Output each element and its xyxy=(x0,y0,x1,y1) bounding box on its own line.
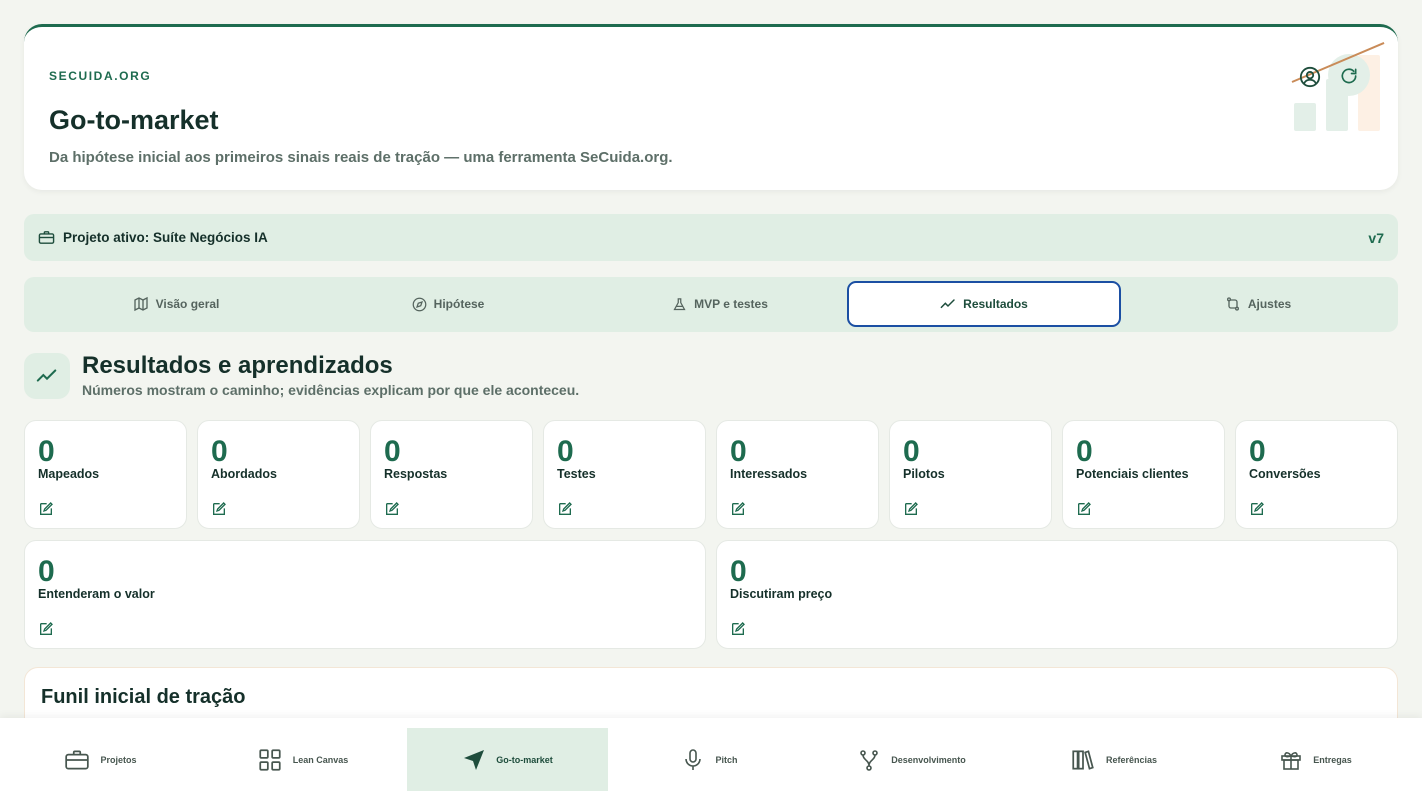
nav-item-lean-canvas[interactable]: Lean Canvas xyxy=(202,728,403,791)
metric-card-entenderam-valor: 0 Entenderam o valor xyxy=(24,540,706,649)
metric-card-testes: 0 Testes xyxy=(543,420,706,529)
metric-card-interessados: 0 Interessados xyxy=(716,420,879,529)
metric-label: Pilotos xyxy=(903,467,945,481)
page-title: Go-to-market xyxy=(49,105,219,135)
nav-label: Projetos xyxy=(100,754,137,765)
adjust-icon xyxy=(1226,297,1239,311)
header-card: SECUIDA.ORG Go-to-market Da hipótese ini… xyxy=(24,24,1398,190)
git-branch-icon xyxy=(860,749,879,771)
metric-card-respostas: 0 Respostas xyxy=(370,420,533,529)
funnel-title: Funil inicial de tração xyxy=(41,686,246,708)
edit-icon[interactable] xyxy=(384,501,400,517)
edit-icon[interactable] xyxy=(1076,501,1092,517)
metric-value: 0 xyxy=(1249,435,1266,468)
tab-label: Resultados xyxy=(963,297,1028,311)
section-subtitle: Números mostram o caminho; evidências ex… xyxy=(82,382,580,398)
metric-label: Entenderam o valor xyxy=(38,587,155,601)
metric-value: 0 xyxy=(1076,435,1093,468)
project-version-badge: v7 xyxy=(1368,229,1384,246)
user-circle-icon xyxy=(1299,66,1321,88)
deco-bar xyxy=(1294,103,1316,131)
edit-icon[interactable] xyxy=(730,621,746,637)
compass-icon xyxy=(412,297,427,311)
nav-label: Go-to-market xyxy=(496,754,553,765)
tab-label: Hipótese xyxy=(433,297,485,311)
metric-label: Testes xyxy=(557,467,596,481)
gift-icon xyxy=(1281,751,1302,770)
metric-value: 0 xyxy=(211,435,228,468)
metric-value: 0 xyxy=(730,555,747,588)
briefcase-icon xyxy=(65,749,90,770)
navigation-icon xyxy=(464,749,485,770)
tab-ajustes[interactable]: Ajustes xyxy=(1122,281,1394,327)
edit-icon[interactable] xyxy=(557,501,573,517)
nav-item-entregas[interactable]: Entregas xyxy=(1215,728,1416,791)
nav-label: Desenvolvimento xyxy=(891,754,966,765)
metric-label: Conversões xyxy=(1249,467,1321,481)
briefcase-icon xyxy=(38,231,55,244)
metric-card-potenciais-clientes: 0 Potenciais clientes xyxy=(1062,420,1225,529)
microphone-icon xyxy=(685,748,702,770)
grid-icon xyxy=(259,748,281,771)
metric-value: 0 xyxy=(384,435,401,468)
metric-card-pilotos: 0 Pilotos xyxy=(889,420,1052,529)
metric-card-mapeados: 0 Mapeados xyxy=(24,420,187,529)
section-tabs: Visão geral Hipótese MVP e testes Result… xyxy=(24,277,1398,332)
metric-label: Discutiram preço xyxy=(730,587,833,601)
active-project-label: Projeto ativo: Suíte Negócios IA xyxy=(63,230,268,245)
tab-label: Visão geral xyxy=(155,297,220,311)
edit-icon[interactable] xyxy=(211,501,227,517)
edit-icon[interactable] xyxy=(38,621,54,637)
trending-icon xyxy=(36,369,57,382)
nav-label: Referências xyxy=(1105,754,1158,765)
flask-icon xyxy=(673,297,686,310)
library-icon xyxy=(1072,749,1094,770)
metric-card-discutiram-preco: 0 Discutiram preço xyxy=(716,540,1398,649)
page-subtitle: Da hipótese inicial aos primeiros sinais… xyxy=(49,149,673,166)
metric-label: Potenciais clientes xyxy=(1076,467,1189,481)
nav-label: Pitch xyxy=(715,754,738,765)
metric-card-abordados: 0 Abordados xyxy=(197,420,360,529)
nav-item-referencias[interactable]: Referências xyxy=(1013,728,1214,791)
edit-icon[interactable] xyxy=(1249,501,1265,517)
metric-label: Respostas xyxy=(384,467,448,481)
refresh-button[interactable] xyxy=(1334,61,1364,91)
tab-label: Ajustes xyxy=(1247,297,1292,311)
metric-value: 0 xyxy=(38,435,55,468)
section-title: Resultados e aprendizados xyxy=(82,352,393,379)
nav-label: Entregas xyxy=(1313,754,1352,765)
tab-visao-geral[interactable]: Visão geral xyxy=(40,281,312,327)
refresh-icon xyxy=(1341,68,1357,84)
metric-value: 0 xyxy=(38,555,55,588)
metric-card-conversoes: 0 Conversões xyxy=(1235,420,1398,529)
tab-mvp-testes[interactable]: MVP e testes xyxy=(584,281,856,327)
edit-icon[interactable] xyxy=(903,501,919,517)
nav-item-pitch[interactable]: Pitch xyxy=(609,728,810,791)
bottom-navigation: Projetos Lean Canvas Go-to-market Pitch … xyxy=(0,718,1422,800)
trending-icon xyxy=(940,299,955,309)
metric-value: 0 xyxy=(730,435,747,468)
metric-label: Interessados xyxy=(730,467,808,481)
nav-item-go-to-market[interactable]: Go-to-market xyxy=(407,728,608,791)
metric-value: 0 xyxy=(557,435,574,468)
tab-hipotese[interactable]: Hipótese xyxy=(312,281,584,327)
nav-item-desenvolvimento[interactable]: Desenvolvimento xyxy=(811,728,1012,791)
section-icon-box xyxy=(24,353,70,399)
brand-label: SECUIDA.ORG xyxy=(49,69,152,83)
edit-icon[interactable] xyxy=(730,501,746,517)
tab-resultados[interactable]: Resultados xyxy=(847,281,1121,327)
metric-label: Mapeados xyxy=(38,467,100,481)
nav-item-projetos[interactable]: Projetos xyxy=(0,728,201,791)
edit-icon[interactable] xyxy=(38,501,54,517)
map-icon xyxy=(133,296,148,312)
metric-value: 0 xyxy=(903,435,920,468)
metric-label: Abordados xyxy=(211,467,277,481)
active-project-bar: Projeto ativo: Suíte Negócios IA v7 xyxy=(24,214,1398,261)
user-account-button[interactable] xyxy=(1298,65,1322,89)
nav-label: Lean Canvas xyxy=(292,754,349,765)
tab-label: MVP e testes xyxy=(694,297,768,311)
